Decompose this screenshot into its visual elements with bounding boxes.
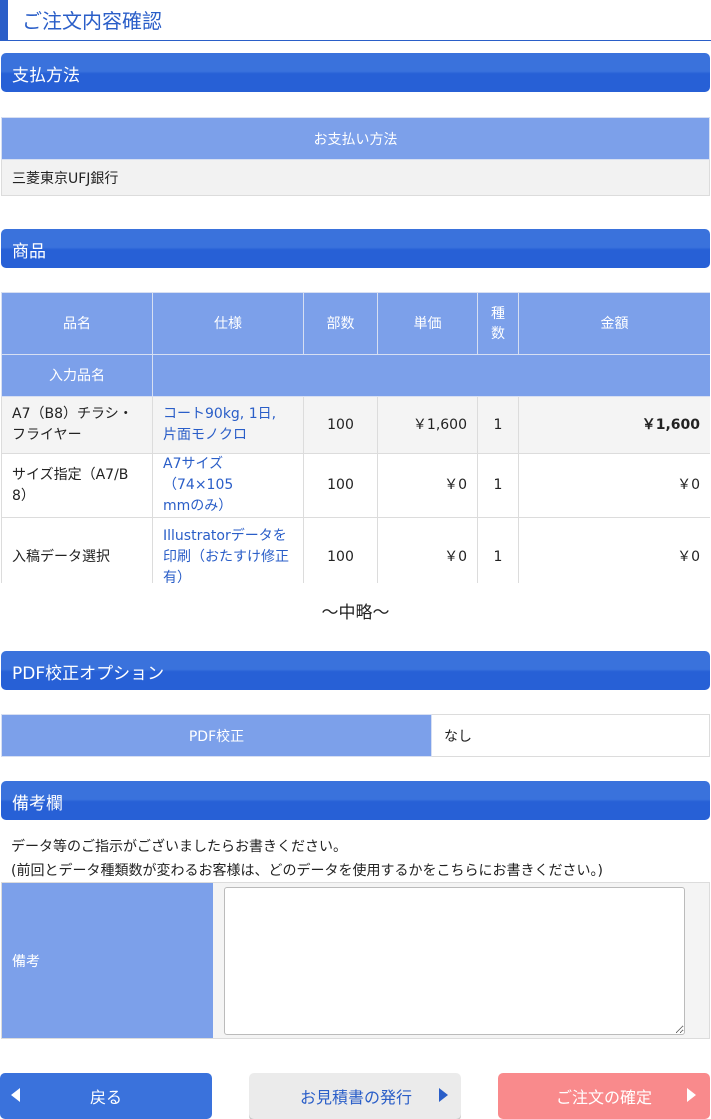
item-spec: A7サイズ（74×105 mmのみ） bbox=[152, 453, 304, 518]
item-spec-line: 印刷（おたすけ修正 bbox=[163, 549, 289, 565]
item-name: サイズ指定（A7/B 8） bbox=[1, 453, 153, 518]
item-unit-price: ￥0 bbox=[377, 453, 478, 518]
arrow-right-icon bbox=[439, 1088, 448, 1102]
item-name: A7（B8）チラシ・ フライヤー bbox=[1, 396, 153, 454]
remarks-textarea[interactable] bbox=[224, 887, 685, 1035]
col-header-kinds: 種数 bbox=[477, 292, 519, 355]
item-copies: 100 bbox=[303, 396, 378, 454]
payment-section-header: 支払方法 bbox=[1, 53, 710, 92]
item-spec: コート90kg, 1日, 片面モノクロ bbox=[152, 396, 304, 454]
item-name-line: フライヤー bbox=[12, 427, 82, 443]
item-kinds: 1 bbox=[477, 396, 519, 454]
remarks-row: 備考 bbox=[1, 882, 710, 1039]
item-amount: ￥0 bbox=[518, 517, 710, 583]
remarks-label: 備考 bbox=[2, 883, 213, 1038]
item-amount: ￥0 bbox=[518, 453, 710, 518]
item-unit-price: ￥1,600 bbox=[377, 396, 478, 454]
item-spec-line: Illustratorデータを bbox=[163, 528, 287, 544]
back-button[interactable]: 戻る bbox=[0, 1073, 212, 1119]
payment-method-value: 三菱東京UFJ銀行 bbox=[1, 159, 710, 196]
col-header-name: 品名 bbox=[1, 292, 153, 355]
products-heading: 商品 bbox=[12, 242, 46, 262]
products-section-header: 商品 bbox=[1, 229, 710, 268]
payment-table: お支払い方法 三菱東京UFJ銀行 bbox=[1, 117, 710, 196]
pdf-option-section-header: PDF校正オプション bbox=[1, 651, 710, 690]
payment-column-header: お支払い方法 bbox=[1, 117, 710, 160]
remarks-instruction: データ等のご指示がございましたらお書きください。 bbox=[11, 839, 347, 855]
col-header-kinds-1: 種 bbox=[491, 305, 505, 322]
col-header-kinds-2: 数 bbox=[491, 325, 505, 342]
item-name-line: サイズ指定（A7/B bbox=[12, 466, 129, 483]
col-header-amount: 金額 bbox=[518, 292, 710, 355]
products-table-area: 品名 仕様 部数 単価 種数 金額 入力品名 A7（B8）チラシ・ フライヤー コ… bbox=[1, 292, 710, 583]
col-header-input-name: 入力品名 bbox=[1, 354, 153, 397]
remarks-heading: 備考欄 bbox=[12, 794, 63, 814]
col-header-copies: 部数 bbox=[303, 292, 378, 355]
table-row: 入稿データ選択 Illustratorデータを 印刷（おたすけ修正 有） 100 ￥… bbox=[1, 517, 710, 583]
col-header-spec: 仕様 bbox=[152, 292, 304, 355]
payment-heading: 支払方法 bbox=[12, 66, 80, 86]
issue-quote-button[interactable]: お見積書の発行 bbox=[249, 1073, 461, 1119]
item-name-line: A7（B8）チラシ・ bbox=[12, 406, 133, 422]
item-unit-price: ￥0 bbox=[377, 517, 478, 583]
item-amount: ￥1,600 bbox=[518, 396, 710, 454]
item-name-line: 8） bbox=[12, 487, 35, 504]
pdf-proof-label: PDF校正 bbox=[1, 714, 432, 757]
item-copies: 100 bbox=[303, 453, 378, 518]
pdf-option-table: PDF校正 なし bbox=[1, 714, 710, 757]
item-spec-line: 有） bbox=[163, 570, 191, 583]
confirm-order-button-label: ご注文の確定 bbox=[556, 1088, 653, 1107]
issue-quote-button-label: お見積書の発行 bbox=[300, 1088, 413, 1107]
products-table: 品名 仕様 部数 単価 種数 金額 入力品名 A7（B8）チラシ・ フライヤー コ… bbox=[1, 292, 710, 583]
page-title: ご注文内容確認 bbox=[0, 0, 711, 41]
item-kinds: 1 bbox=[477, 453, 519, 518]
table-row: A7（B8）チラシ・ フライヤー コート90kg, 1日, 片面モノクロ 100 ￥… bbox=[1, 396, 710, 454]
pdf-option-heading: PDF校正オプション bbox=[12, 664, 165, 684]
item-spec: Illustratorデータを 印刷（おたすけ修正 有） bbox=[152, 517, 304, 583]
remarks-section-header: 備考欄 bbox=[1, 781, 710, 820]
back-button-label: 戻る bbox=[90, 1088, 123, 1107]
item-spec-line: A7サイズ（74×105 bbox=[163, 456, 234, 493]
item-spec-line: 片面モノクロ bbox=[163, 427, 247, 443]
confirm-order-button[interactable]: ご注文の確定 bbox=[498, 1073, 710, 1119]
page-title-text: ご注文内容確認 bbox=[22, 9, 162, 33]
omitted-marker: ～中略～ bbox=[321, 603, 390, 623]
item-copies: 100 bbox=[303, 517, 378, 583]
arrow-right-icon bbox=[687, 1088, 696, 1102]
table-row: サイズ指定（A7/B 8） A7サイズ（74×105 mmのみ） 100 ￥0 1 … bbox=[1, 453, 710, 518]
remarks-instruction: (前回とデータ種類数が変わるお客様は、どのデータを使用するかをこちらにお書きくだ… bbox=[11, 863, 603, 879]
item-kinds: 1 bbox=[477, 517, 519, 583]
input-name-value bbox=[152, 354, 710, 397]
pdf-proof-value: なし bbox=[431, 714, 710, 757]
arrow-left-icon bbox=[11, 1088, 20, 1102]
item-spec-line: mmのみ） bbox=[163, 498, 233, 514]
item-name: 入稿データ選択 bbox=[1, 517, 153, 583]
remarks-label-text: 備考 bbox=[12, 954, 40, 970]
item-spec-line: コート90kg, 1日, bbox=[163, 406, 277, 422]
col-header-unit-price: 単価 bbox=[377, 292, 478, 355]
